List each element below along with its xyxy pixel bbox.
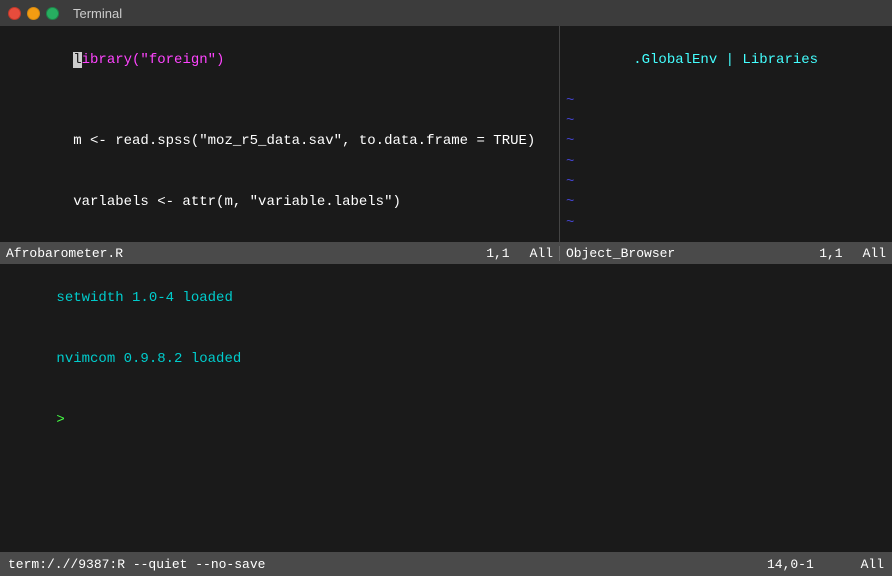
- left-mode: All: [530, 246, 553, 261]
- right-filename: Object_Browser: [566, 246, 819, 261]
- right-tilde-4: ~: [566, 152, 886, 172]
- right-header: .GlobalEnv | Libraries: [566, 30, 886, 91]
- right-tilde-7: ~: [566, 213, 886, 233]
- code-line-3: m <- read.spss("moz_r5_data.sav", to.dat…: [6, 111, 553, 172]
- terminal-line-1: setwidth 1.0-4 loaded: [6, 268, 886, 329]
- title-bar: Terminal: [0, 0, 892, 26]
- right-tilde-5: ~: [566, 172, 886, 192]
- bottom-status-bar: term:/.//9387:R --quiet --no-save 14,0-1…: [0, 552, 892, 576]
- editor-status-bar: Afrobarometer.R 1,1 All Object_Browser 1…: [0, 242, 892, 264]
- upper-panes: library("foreign") m <- read.spss("moz_r…: [0, 26, 892, 242]
- right-tilde-2: ~: [566, 111, 886, 131]
- left-filename: Afrobarometer.R: [6, 246, 486, 261]
- right-tilde-3: ~: [566, 131, 886, 151]
- terminal-line-3: >: [6, 390, 886, 451]
- minimize-button[interactable]: [27, 7, 40, 20]
- code-line-5: for(n in names(varlabels)): [6, 233, 553, 242]
- right-tilde-6: ~: [566, 192, 886, 212]
- right-tilde-1: ~: [566, 91, 886, 111]
- code-line-4: varlabels <- attr(m, "variable.labels"): [6, 172, 553, 233]
- code-line-1: library("foreign"): [6, 30, 553, 91]
- cursor: l: [73, 52, 81, 68]
- status-bar-right: Object_Browser 1,1 All: [560, 246, 892, 261]
- left-position: 1,1: [486, 246, 509, 261]
- bottom-right-position: 14,0-1 All: [767, 557, 884, 572]
- status-bar-left: Afrobarometer.R 1,1 All: [0, 246, 560, 261]
- lower-terminal-pane[interactable]: setwidth 1.0-4 loaded nvimcom 0.9.8.2 lo…: [0, 264, 892, 552]
- code-line-2: [6, 91, 553, 111]
- right-mode: All: [863, 246, 886, 261]
- close-button[interactable]: [8, 7, 21, 20]
- right-position: 1,1: [819, 246, 842, 261]
- bottom-left-text: term:/.//9387:R --quiet --no-save: [8, 557, 767, 572]
- terminal-body: library("foreign") m <- read.spss("moz_r…: [0, 26, 892, 576]
- right-editor-pane[interactable]: .GlobalEnv | Libraries ~ ~ ~ ~ ~ ~ ~: [560, 26, 892, 242]
- maximize-button[interactable]: [46, 7, 59, 20]
- terminal-line-2: nvimcom 0.9.8.2 loaded: [6, 329, 886, 390]
- window-title: Terminal: [73, 6, 122, 21]
- left-editor-pane[interactable]: library("foreign") m <- read.spss("moz_r…: [0, 26, 560, 242]
